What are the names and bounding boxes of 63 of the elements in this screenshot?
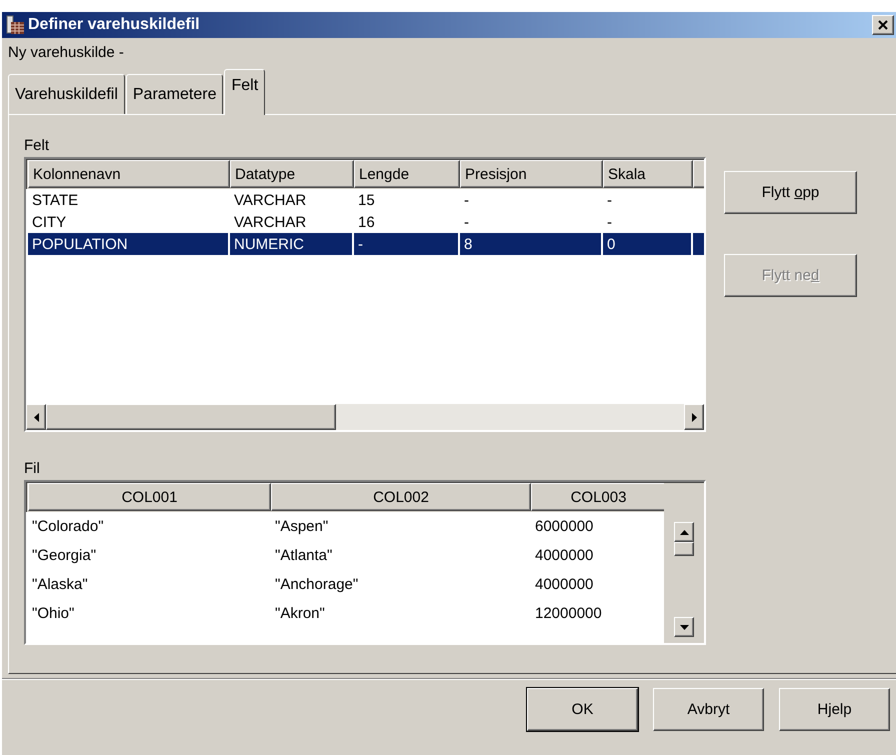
scroll-thumb[interactable] (674, 542, 694, 556)
tab[interactable]: Parametere (126, 74, 224, 114)
move-button[interactable]: Flytt opp (724, 171, 857, 214)
table-cell-text: - (463, 190, 470, 210)
window-title: Definer varehuskildefil (28, 16, 201, 34)
scroll-up-button[interactable] (674, 522, 694, 542)
column-header[interactable]: COL001 (28, 483, 271, 511)
scroll-down-button[interactable] (674, 617, 694, 637)
column-header[interactable]: Presisjon (460, 160, 603, 188)
tab[interactable]: Varehuskildefil (8, 74, 125, 114)
section-label: Felt (24, 137, 50, 156)
tab[interactable]: Felt (224, 69, 266, 115)
table-cell: NUMERIC (230, 233, 354, 255)
column-header[interactable]: COL002 (271, 483, 531, 511)
scrollbar[interactable] (26, 404, 704, 430)
column-header[interactable]: Datatype (230, 160, 354, 188)
table-cell-text: "Aspen" (274, 517, 330, 537)
dialog-button[interactable]: OK (527, 688, 638, 731)
table-cell-text: 4000000 (534, 546, 594, 566)
table-row[interactable]: STATE VARCHAR 15 - - (28, 189, 704, 211)
scroll-thumb[interactable] (46, 404, 336, 430)
table-row[interactable]: POPULATION NUMERIC - 8 0 (28, 233, 704, 255)
table-cell-text: "Ohio" (31, 604, 76, 624)
table-cell-text: VARCHAR (233, 190, 308, 210)
scroll-left-button[interactable] (26, 404, 46, 430)
table-cell-text: 6000000 (534, 517, 594, 537)
subtitle: Ny varehuskilde - (8, 44, 124, 61)
dialog-button[interactable]: Hjelp (779, 688, 890, 731)
scroll-right-button[interactable] (684, 404, 704, 430)
left-arrow-icon (34, 412, 38, 422)
table-cell: 8 (460, 233, 603, 255)
table-row[interactable]: CITY VARCHAR 16 - - (28, 211, 704, 233)
table-cell-text: - (606, 212, 613, 232)
column-header[interactable]: COL003 (531, 483, 664, 511)
table-cell-text: - (463, 212, 470, 232)
table-cell-text: - (606, 190, 613, 210)
section-label: Fil (24, 460, 41, 479)
table-cell: 0 (603, 233, 693, 255)
table-cell-text: "Colorado" (31, 517, 105, 537)
table-cell: - (354, 233, 460, 255)
close-icon (878, 20, 888, 30)
right-arrow-icon (692, 412, 696, 422)
table-cell-text: 16 (357, 212, 376, 232)
column-header[interactable]: Skala (603, 160, 693, 188)
table-cell: POPULATION (28, 233, 230, 255)
table-cell-text: VARCHAR (233, 212, 308, 232)
table-cell-text: "Akron" (274, 604, 326, 624)
table-cell-text: 12000000 (534, 604, 603, 624)
table-cell-text: "Georgia" (31, 546, 98, 566)
table-cell-text: 4000000 (534, 575, 594, 595)
column-header[interactable]: Kolonnenavn (28, 160, 230, 188)
table-cell-text: "Anchorage" (274, 575, 360, 595)
close-button[interactable] (872, 15, 894, 35)
down-arrow-icon (680, 624, 688, 630)
table-cell-text: "Atlanta" (274, 546, 334, 566)
dialog-button[interactable]: Avbryt (653, 688, 764, 731)
table-cell-text: 15 (357, 190, 376, 210)
table-cell-text: CITY (31, 212, 68, 232)
app-icon (5, 15, 25, 35)
table-cell-text: "Alaska" (31, 575, 89, 595)
table-cell-text: STATE (31, 190, 80, 210)
up-arrow-icon (680, 530, 688, 534)
column-header[interactable]: Lengde (354, 160, 460, 188)
